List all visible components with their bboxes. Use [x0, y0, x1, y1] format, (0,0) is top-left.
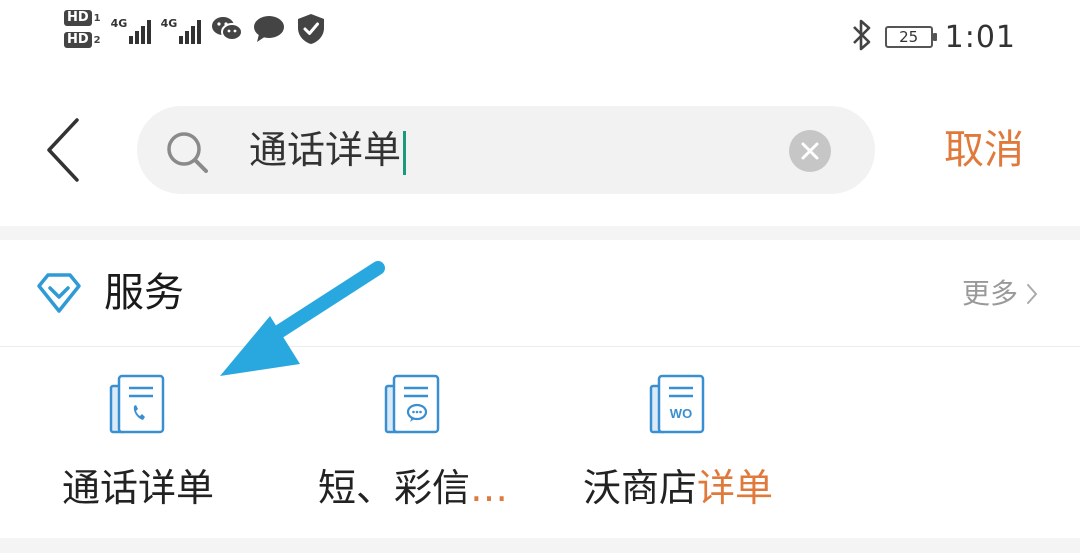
close-icon — [801, 142, 819, 160]
more-link[interactable]: 更多 — [962, 276, 1038, 312]
hd-badge: HD — [64, 10, 92, 26]
diamond-icon — [36, 272, 82, 318]
wo-icon-text: WO — [670, 406, 692, 421]
network-type-label: 4G — [160, 17, 178, 30]
search-input[interactable]: 通话详单 — [137, 106, 875, 194]
hd-indicator-1: HD 1 — [64, 10, 101, 26]
signal-sim1-icon: 4G — [111, 14, 151, 44]
hd-sim-number: 1 — [93, 12, 101, 24]
service-label-text: 沃商店 — [582, 466, 697, 510]
network-type-label: 4G — [110, 17, 128, 30]
more-label: 更多 — [962, 277, 1019, 310]
bottom-divider — [0, 538, 1080, 553]
search-query: 通话详单 — [249, 128, 402, 172]
hd-indicator-2: HD 2 — [64, 32, 101, 48]
clock-time: 1:01 — [944, 19, 1016, 55]
battery-indicator: 25 — [884, 26, 937, 48]
service-label-highlight: 详单 — [697, 466, 774, 510]
message-bubble-icon — [253, 13, 285, 45]
service-call-record[interactable]: 通话详单 — [48, 372, 228, 512]
service-label-ellipsis: … — [470, 466, 508, 510]
bluetooth-icon — [851, 18, 873, 56]
back-arrow-icon — [47, 118, 79, 182]
text-caret — [403, 130, 407, 175]
service-label: 短、彩信… — [318, 464, 508, 512]
service-label-text: 短、彩信 — [317, 466, 470, 510]
battery-level: 25 — [899, 28, 919, 46]
service-sms-record[interactable]: 短、彩信… — [288, 372, 538, 512]
status-bar: HD 1 HD 2 4G 4G 25 1:01 — [0, 0, 1080, 80]
call-record-icon — [109, 372, 167, 440]
status-bar-right: 25 1:01 — [851, 18, 1016, 56]
back-button[interactable] — [38, 118, 88, 182]
service-label: 沃商店详单 — [583, 464, 773, 512]
wechat-icon — [211, 13, 243, 45]
search-query-text: 通话详单 — [249, 126, 407, 175]
section-title: 服务 — [104, 270, 184, 316]
shield-check-icon — [295, 13, 327, 45]
cancel-button[interactable]: 取消 — [944, 124, 1024, 176]
clear-search-button[interactable] — [789, 130, 831, 172]
signal-sim2-icon: 4G — [161, 14, 201, 44]
service-wo-store-record[interactable]: WO 沃商店详单 — [568, 372, 788, 512]
service-label: 通话详单 — [61, 466, 214, 510]
search-icon — [165, 130, 209, 178]
annotation-arrow-icon — [220, 261, 385, 376]
status-bar-left: HD 1 HD 2 4G 4G — [64, 10, 327, 48]
hd-sim-number: 2 — [93, 34, 101, 46]
row-divider — [0, 346, 1080, 347]
chevron-right-icon — [1027, 284, 1038, 304]
wo-store-record-icon: WO — [649, 372, 707, 440]
hd-badge: HD — [64, 32, 92, 48]
hd-indicators: HD 1 HD 2 — [64, 10, 101, 48]
section-divider — [0, 226, 1080, 240]
